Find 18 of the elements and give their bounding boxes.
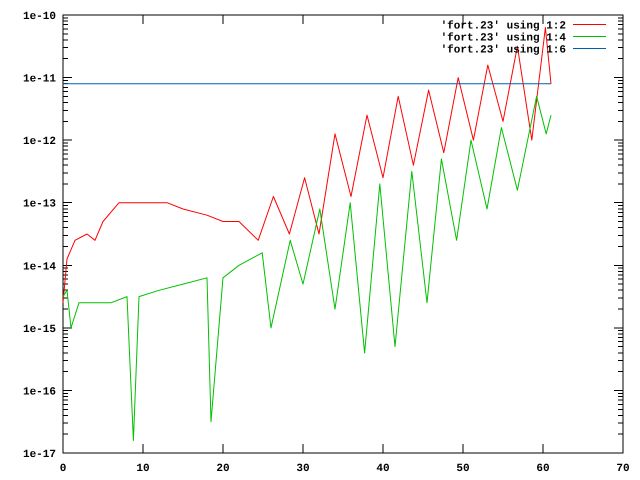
axis-tick-label: 10 (136, 463, 150, 475)
axis-tick-label: 1e-13 (22, 198, 56, 211)
legend-label: 'fort.23' using 1:4 (440, 32, 566, 44)
axis-tick-label: 1e-15 (22, 324, 56, 336)
legend-label: 'fort.23' using 1:2 (440, 20, 566, 32)
axis-tick-label: 30 (296, 463, 310, 475)
axis-tick-label: 0 (60, 463, 66, 475)
axis-tick-label: 70 (616, 463, 630, 475)
axis-tick-label: 1e-12 (22, 136, 56, 148)
axis-tick-label: 1e-17 (22, 449, 56, 461)
axis-tick-label: 1e-10 (22, 11, 56, 23)
axis-tick-label: 1e-16 (22, 386, 56, 398)
axis-tick-label: 40 (376, 463, 390, 475)
axis-tick-label: 50 (456, 463, 470, 475)
axis-tick-label: 1e-11 (22, 74, 56, 86)
axis-tick-label: 60 (536, 463, 550, 475)
axis-tick-label: 20 (216, 463, 230, 475)
axis-tick-label: 1e-14 (22, 261, 56, 274)
